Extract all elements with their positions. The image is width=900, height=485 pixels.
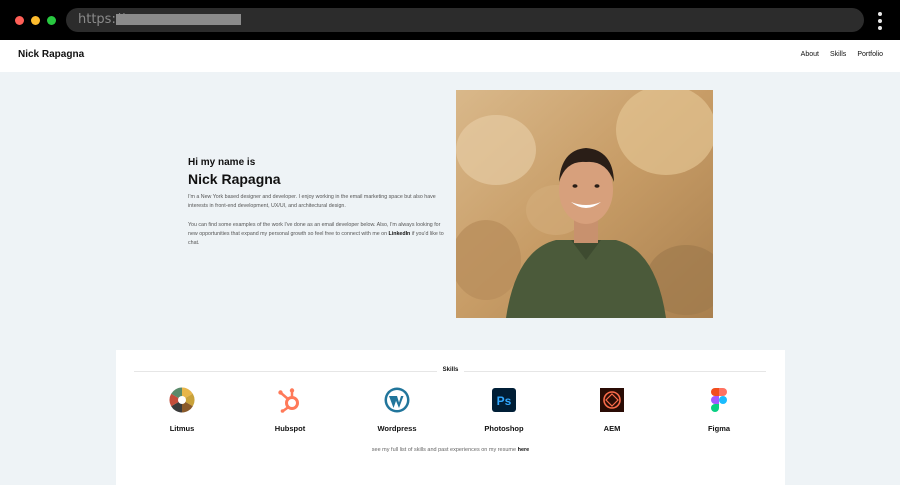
skills-title: Skills <box>436 367 465 373</box>
site-header: Nick Rapagna About Skills Portfolio <box>0 40 900 72</box>
brand-logo[interactable]: Nick Rapagna <box>18 49 84 60</box>
litmus-icon <box>169 387 195 413</box>
hero-paragraph-2: You can find some examples of the work I… <box>188 222 444 246</box>
skill-wordpress: Wordpress <box>357 387 437 433</box>
skill-litmus: Litmus <box>142 387 222 433</box>
browser-chrome: https:// <box>0 0 900 40</box>
main-nav: About Skills Portfolio <box>801 51 883 58</box>
photoshop-icon: Ps <box>492 388 516 412</box>
hubspot-icon <box>278 388 299 413</box>
browser-menu-icon[interactable] <box>877 12 883 30</box>
skill-photoshop: Ps Photoshop <box>464 387 544 433</box>
skill-label: Litmus <box>169 424 195 433</box>
skills-section: Skills Litmus Hubspot Wordpress Ps Photo… <box>116 350 785 485</box>
skill-label: Photoshop <box>484 424 524 433</box>
linkedin-link[interactable]: LinkedIn <box>389 231 411 237</box>
url-redacted <box>116 14 241 25</box>
skill-label: Wordpress <box>377 424 417 433</box>
close-window-button[interactable] <box>15 16 24 25</box>
hero-paragraph-1: I'm a New York based designer and develo… <box>188 194 436 209</box>
resume-link[interactable]: here <box>518 447 530 453</box>
figma-icon <box>711 388 727 412</box>
minimize-window-button[interactable] <box>31 16 40 25</box>
skill-hubspot: Hubspot <box>250 387 330 433</box>
skill-label: Hubspot <box>274 424 306 433</box>
profile-photo <box>456 90 713 318</box>
address-bar[interactable]: https:// <box>66 8 864 32</box>
skill-figma: Figma <box>679 387 759 433</box>
hero-name: Nick Rapagna <box>188 171 281 187</box>
skill-label: Figma <box>707 424 731 433</box>
aem-icon <box>600 388 624 412</box>
maximize-window-button[interactable] <box>47 16 56 25</box>
wordpress-icon <box>384 387 410 413</box>
hero-intro: Hi my name is Nick Rapagna I'm a New Yor… <box>188 157 450 248</box>
nav-portfolio[interactable]: Portfolio <box>857 51 883 58</box>
hero-greeting: Hi my name is <box>188 157 256 168</box>
nav-about[interactable]: About <box>801 51 819 58</box>
nav-skills[interactable]: Skills <box>830 51 846 58</box>
resume-text: see my full list of skills and past expe… <box>371 447 530 453</box>
skill-label: AEM <box>603 424 621 433</box>
skill-aem: AEM <box>572 387 652 433</box>
svg-text:Ps: Ps <box>497 394 512 408</box>
